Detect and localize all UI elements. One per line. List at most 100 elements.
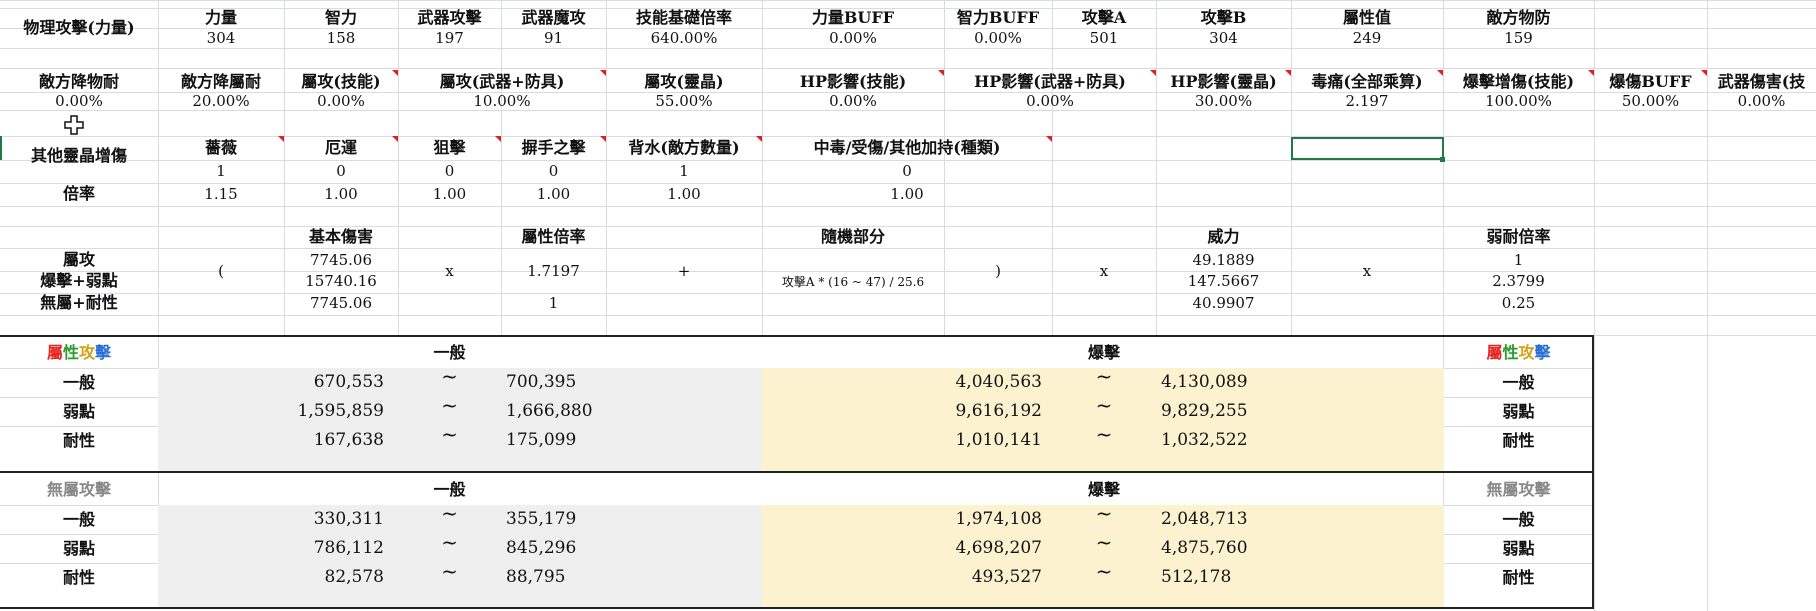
row1-value: 640.00%	[650, 28, 718, 47]
comment-indicator-icon[interactable]	[1046, 136, 1052, 142]
comment-indicator-icon[interactable]	[392, 70, 398, 76]
result-row-label-right: 一般	[1502, 509, 1535, 529]
row1-value: 304	[1209, 28, 1238, 47]
attr-col-normal: 一般	[433, 343, 466, 362]
range-tilde: ~	[441, 530, 458, 554]
title-char: 性	[1502, 343, 1519, 362]
row2-header: 毒痛(全部乘算)	[1311, 72, 1423, 91]
comment-indicator-icon[interactable]	[1701, 70, 1707, 76]
comment-indicator-icon[interactable]	[1588, 70, 1594, 76]
none-attack-title-left: 無屬攻擊	[46, 480, 111, 499]
base-damage-header: 基本傷害	[308, 227, 373, 246]
range-tilde: ~	[441, 501, 458, 525]
row2-value: 20.00%	[192, 92, 250, 110]
power-attr: 49.1889	[1192, 250, 1255, 269]
normal-max: 700,395	[506, 372, 577, 392]
row1-header: 屬性值	[1342, 8, 1391, 27]
formula-label-none: 無屬+耐性	[40, 293, 118, 312]
normal-max: 175,099	[506, 430, 577, 450]
fill-handle[interactable]	[1440, 157, 1445, 162]
comment-indicator-icon[interactable]	[600, 70, 606, 76]
comment-indicator-icon[interactable]	[1285, 70, 1291, 76]
result-row-label-right: 耐性	[1502, 430, 1535, 450]
result-row-label: 耐性	[62, 430, 95, 450]
base-damage-attr: 7745.06	[309, 250, 373, 269]
attr-col-crit: 爆擊	[1087, 343, 1120, 362]
row2-value: 30.00%	[1194, 92, 1253, 110]
attr-rate-value: 1.7197	[527, 261, 580, 280]
spreadsheet-grid[interactable]: 物理攻擊(力量) 力量 304 智力 158 武器攻擊 197 武器魔攻 91 技能基礎倍率 64…	[0, 0, 1816, 611]
comment-indicator-icon[interactable]	[600, 136, 606, 142]
row3-header: 中毒/受傷/其他加持(種類)	[813, 138, 1001, 157]
normal-max: 1,666,880	[506, 401, 593, 421]
table-border-top	[0, 335, 1594, 337]
row2-header: 屬攻(技能)	[301, 72, 381, 91]
comment-indicator-icon[interactable]	[278, 136, 284, 142]
row2-header: 敵方降屬耐	[180, 72, 261, 91]
comment-indicator-icon[interactable]	[392, 136, 398, 142]
range-tilde: ~	[1095, 501, 1113, 525]
row3-header: 背水(敵方數量)	[628, 138, 740, 157]
grid-line	[0, 160, 1816, 161]
weak-rate-none: 0.25	[1501, 293, 1536, 312]
row2-value: 50.00%	[1621, 92, 1680, 110]
row3-rate: 1.15	[204, 185, 238, 203]
title-char: 攻	[79, 343, 96, 362]
row1-value: 249	[1352, 28, 1382, 47]
selected-cell[interactable]	[1291, 137, 1444, 160]
grid-line	[0, 110, 1816, 111]
cell-cursor-icon	[64, 115, 84, 135]
row2-value: 100.00%	[1485, 92, 1552, 110]
result-row-label-right: 耐性	[1502, 567, 1535, 587]
base-damage-crit: 15740.16	[305, 271, 377, 290]
range-tilde: ~	[1095, 364, 1113, 388]
row2-value: 0.00%	[1737, 92, 1786, 110]
row1-value: 158	[326, 28, 356, 47]
formula-label-crit: 爆擊+弱點	[40, 271, 118, 290]
plus-sign: +	[677, 261, 691, 280]
range-tilde: ~	[441, 364, 458, 388]
times-sign-2: x	[1099, 261, 1109, 280]
grid-line	[0, 315, 1816, 316]
row1-value: 0.00%	[829, 28, 877, 47]
normal-max: 355,179	[506, 509, 577, 529]
grid-line	[0, 48, 1816, 49]
comment-indicator-icon[interactable]	[756, 136, 762, 142]
crit-max: 4,875,760	[1161, 538, 1248, 558]
row3-header: 薔薇	[204, 138, 237, 157]
attr-attack-title-left: 屬性攻擊	[0, 340, 158, 366]
formula-label-attr: 屬攻	[62, 250, 95, 269]
normal-min: 670,553	[313, 372, 384, 392]
none-col-crit: 爆擊	[1087, 480, 1120, 499]
row2-header: HP影響(靈晶)	[1170, 72, 1277, 91]
row1-value: 0.00%	[974, 28, 1022, 47]
comment-indicator-icon[interactable]	[938, 70, 944, 76]
row1-value: 159	[1504, 28, 1533, 47]
row2-value: 2.197	[1345, 92, 1389, 110]
row3-header: 狙擊	[433, 138, 466, 157]
row1-header: 武器魔攻	[521, 8, 586, 27]
weak-rate-crit: 2.3799	[1492, 271, 1545, 290]
row2-value: 10.00%	[473, 92, 531, 110]
row2-value: 0.00%	[829, 92, 877, 110]
normal-min: 82,578	[324, 567, 384, 587]
weak-rate-attr: 1	[1513, 250, 1524, 269]
comment-indicator-icon[interactable]	[1437, 70, 1443, 76]
none-col-normal: 一般	[433, 480, 466, 499]
row1-header: 攻擊B	[1200, 8, 1247, 27]
crit-min: 4,040,563	[955, 372, 1042, 392]
row2-header: 屬攻(武器+防具)	[439, 72, 565, 91]
title-char: 屬	[1486, 343, 1503, 362]
attr-attack-title-right: 屬性攻擊	[1443, 340, 1594, 366]
comment-indicator-icon[interactable]	[1150, 70, 1156, 76]
row2-header: HP影響(武器+防具)	[974, 72, 1126, 91]
row2-header: HP影響(技能)	[799, 72, 907, 91]
close-paren: )	[995, 261, 1001, 280]
row3-rate: 1.00	[432, 185, 467, 203]
comment-indicator-icon[interactable]	[495, 136, 501, 142]
normal-min: 786,112	[313, 538, 384, 558]
grid-line	[0, 183, 1816, 184]
range-tilde: ~	[1095, 422, 1113, 446]
crit-min: 1,010,141	[955, 430, 1042, 450]
range-tilde: ~	[441, 422, 458, 446]
